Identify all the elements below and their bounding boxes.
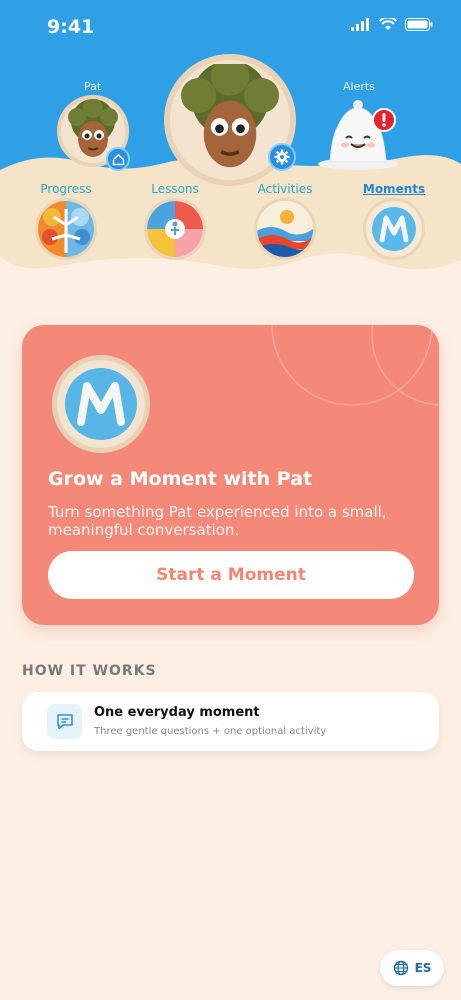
status-bar: 9:41 [0,0,461,56]
alerts-bell-button[interactable] [318,96,400,172]
alerts-label: Alerts [343,80,375,93]
battery-icon [405,18,433,31]
card-title: Grow a Moment with Pat [48,468,313,490]
globe-icon [393,960,408,976]
how-item-title: One everyday moment [94,705,260,720]
nav-lessons-button[interactable] [144,198,206,260]
how-item-subtitle: Three gentle questions + one optional ac… [94,726,327,737]
how-it-works-heading: HOW IT WORKS [22,663,157,679]
how-it-works-item[interactable]: One everyday moment Three gentle questio… [22,692,439,751]
nav-label-moments[interactable]: Moments [354,182,434,196]
home-icon [112,153,124,165]
status-time: 9:41 [47,16,95,38]
nav-moments-button[interactable] [363,198,425,260]
language-label: ES [414,961,432,975]
grow-moment-card: Grow a Moment with Pat Turn something Pa… [22,325,439,625]
nav-label-lessons[interactable]: Lessons [135,182,215,196]
moments-logo [52,355,150,453]
settings-badge[interactable] [268,143,296,171]
nav-label-activities[interactable]: Activities [245,182,325,196]
lessons-icon [147,201,203,257]
nav-progress-button[interactable] [35,198,97,260]
status-icons [351,18,433,31]
alert-badge [372,108,396,132]
moments-logo-icon [65,368,137,440]
wifi-icon [379,18,397,30]
home-badge[interactable] [106,147,130,171]
bell-icon [318,100,398,170]
moments-logo-icon [372,207,416,251]
profile-label-pat: Pat [84,80,102,93]
chat-icon [56,713,73,729]
nav-label-progress[interactable]: Progress [26,182,106,196]
start-moment-button[interactable]: Start a Moment [48,551,414,599]
card-decoration [271,325,439,406]
tree-icon [38,201,94,257]
exclamation-icon [382,113,386,127]
activities-icon [257,201,313,257]
chat-icon-container [47,704,82,739]
nav-activities-button[interactable] [254,198,316,260]
signal-icon [351,18,369,31]
language-toggle-button[interactable]: ES [380,950,444,986]
card-subtitle: Turn something Pat experienced into a sm… [48,503,387,539]
gear-icon [274,149,290,165]
